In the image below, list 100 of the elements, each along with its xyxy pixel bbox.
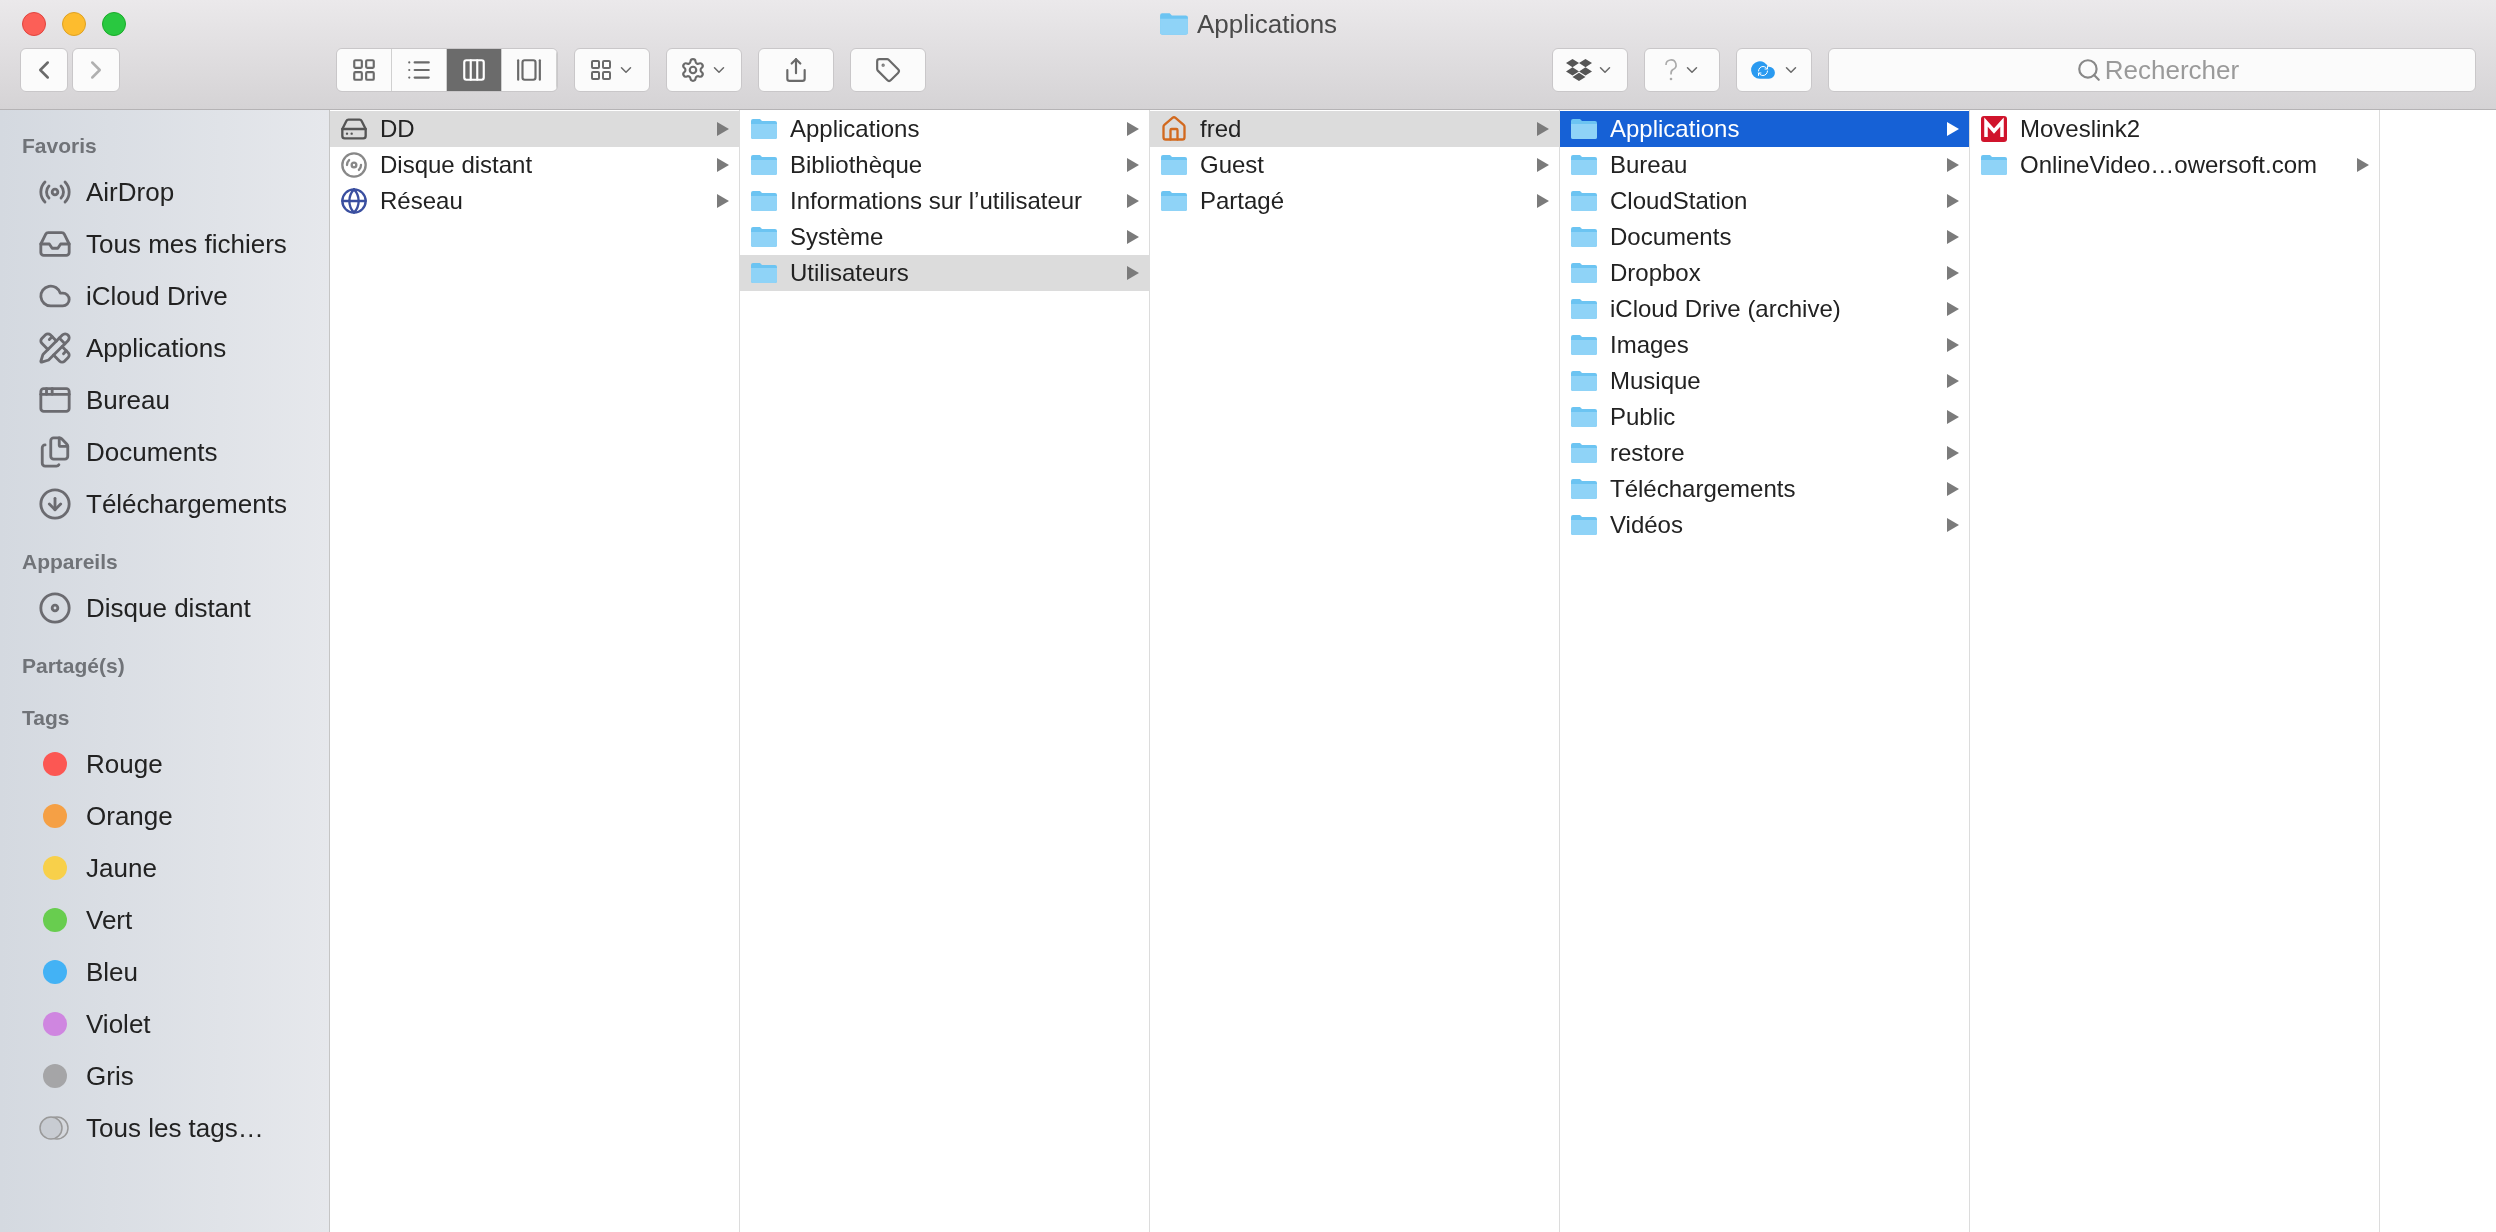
file-row[interactable]: OnlineVideo…owersoft.com [1970, 147, 2379, 183]
disclosure-arrow-icon [1947, 230, 1959, 244]
all-tags-icon [38, 1115, 72, 1141]
share-icon [783, 57, 809, 83]
sidebar-heading: Favoris [21, 133, 98, 160]
file-row[interactable]: Documents [1560, 219, 1969, 255]
sidebar-item[interactable]: Rouge [0, 738, 329, 790]
share-button[interactable] [758, 48, 834, 92]
sidebar-item[interactable]: Téléchargements [0, 478, 329, 530]
app-icon [1980, 115, 2008, 143]
folder-icon [1570, 117, 1598, 141]
arrange-button[interactable] [574, 48, 650, 92]
file-row[interactable]: Bureau [1560, 147, 1969, 183]
folder-icon [1570, 441, 1598, 465]
gear-icon [680, 57, 706, 83]
sidebar-heading: Appareils [21, 549, 119, 576]
gallery-view-button[interactable] [502, 49, 557, 91]
search-field[interactable]: Rechercher [1828, 48, 2476, 92]
sidebar-heading: Tags [21, 705, 71, 732]
file-row[interactable]: DD [330, 111, 739, 147]
search-icon [2076, 57, 2102, 83]
list-view-button[interactable] [392, 49, 447, 91]
file-row[interactable]: Images [1560, 327, 1969, 363]
file-row[interactable]: Bibliothèque [740, 147, 1149, 183]
disclosure-arrow-icon [1127, 158, 1139, 172]
dropbox-button[interactable] [1552, 48, 1628, 92]
dropbox-icon [1566, 57, 1592, 83]
disclosure-arrow-icon [1947, 158, 1959, 172]
globe-icon [340, 187, 368, 215]
disclosure-arrow-icon [1127, 122, 1139, 136]
file-row[interactable]: Réseau [330, 183, 739, 219]
tag-icon [875, 57, 901, 83]
file-row[interactable]: Disque distant [330, 147, 739, 183]
file-row[interactable]: iCloud Drive (archive) [1560, 291, 1969, 327]
file-row[interactable]: Dropbox [1560, 255, 1969, 291]
disclosure-arrow-icon [1947, 338, 1959, 352]
disc-icon [340, 151, 368, 179]
disclosure-arrow-icon [1947, 194, 1959, 208]
column-view-button[interactable] [447, 49, 502, 91]
sidebar-item[interactable]: Orange [0, 790, 329, 842]
disclosure-arrow-icon [1127, 194, 1139, 208]
folder-icon [750, 225, 778, 249]
file-row[interactable]: Vidéos [1560, 507, 1969, 543]
file-row[interactable]: Applications [740, 111, 1149, 147]
file-row[interactable]: Public [1560, 399, 1969, 435]
sidebar-item[interactable]: Vert [0, 894, 329, 946]
sidebar-heading: Partagé(s) [21, 653, 126, 680]
file-row[interactable]: Moveslink2 [1970, 111, 2379, 147]
folder-icon [1570, 153, 1598, 177]
file-row[interactable]: Téléchargements [1560, 471, 1969, 507]
disclosure-arrow-icon [1947, 446, 1959, 460]
file-row[interactable]: restore [1560, 435, 1969, 471]
disclosure-arrow-icon [1947, 518, 1959, 532]
back-button[interactable] [20, 48, 68, 92]
file-row[interactable]: CloudStation [1560, 183, 1969, 219]
folder-icon [1570, 369, 1598, 393]
close-button[interactable] [22, 12, 46, 36]
disclosure-arrow-icon [1537, 158, 1549, 172]
sidebar-item[interactable]: AirDrop [0, 166, 329, 218]
cloud-sync-button[interactable] [1736, 48, 1812, 92]
disclosure-arrow-icon [1537, 122, 1549, 136]
file-row[interactable]: Système [740, 219, 1149, 255]
action-button[interactable] [666, 48, 742, 92]
folder-icon [750, 117, 778, 141]
sidebar-item[interactable]: Tous les tags… [0, 1102, 329, 1154]
sidebar-item[interactable]: Disque distant [0, 582, 329, 634]
folder-icon [750, 189, 778, 213]
file-row[interactable]: fred [1150, 111, 1559, 147]
sidebar-item[interactable]: Applications [0, 322, 329, 374]
file-row[interactable]: Utilisateurs [740, 255, 1149, 291]
question-mark-icon [1663, 58, 1679, 82]
disclosure-arrow-icon [717, 194, 729, 208]
folder-icon [1160, 189, 1188, 213]
grid-icon [589, 58, 613, 82]
folder-icon [1570, 189, 1598, 213]
sidebar-item[interactable]: Jaune [0, 842, 329, 894]
folder-icon [1570, 477, 1598, 501]
sidebar-item[interactable]: iCloud Drive [0, 270, 329, 322]
sidebar-item[interactable]: Gris [0, 1050, 329, 1102]
file-row[interactable]: Applications [1560, 111, 1969, 147]
folder-icon [1570, 405, 1598, 429]
sidebar-item[interactable]: Documents [0, 426, 329, 478]
file-row[interactable]: Informations sur l’utilisateur [740, 183, 1149, 219]
sidebar-item[interactable]: Bleu [0, 946, 329, 998]
folder-icon [1160, 153, 1188, 177]
file-row[interactable]: Partagé [1150, 183, 1559, 219]
folder-icon [1980, 153, 2008, 177]
sidebar-item[interactable]: Violet [0, 998, 329, 1050]
window-title: Applications [1196, 7, 1338, 41]
disclosure-arrow-icon [717, 158, 729, 172]
view-icon [351, 57, 377, 83]
tag-button[interactable] [850, 48, 926, 92]
sidebar-item[interactable]: Bureau [0, 374, 329, 426]
file-row[interactable]: Guest [1150, 147, 1559, 183]
icon-view-button[interactable] [337, 49, 392, 91]
disclosure-arrow-icon [1127, 266, 1139, 280]
disclosure-arrow-icon [1947, 302, 1959, 316]
file-row[interactable]: Musique [1560, 363, 1969, 399]
sidebar-item[interactable]: Tous mes fichiers [0, 218, 329, 270]
disclosure-arrow-icon [1947, 374, 1959, 388]
